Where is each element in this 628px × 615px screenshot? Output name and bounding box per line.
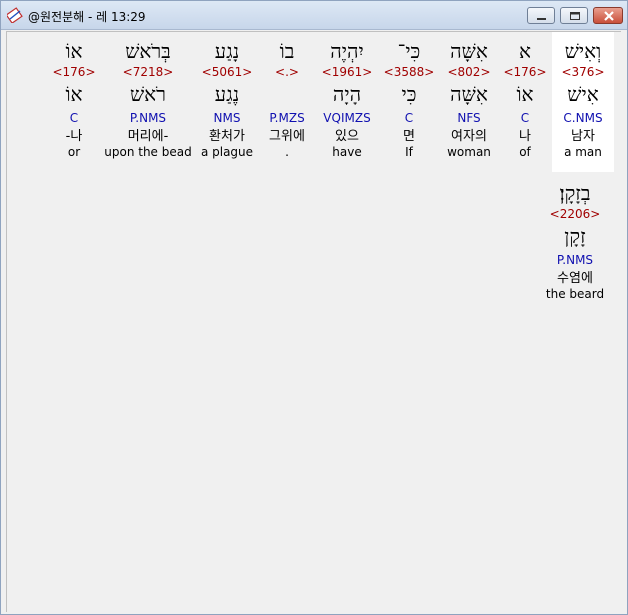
verse-analysis-panel: וְאִישׁ <376> אִישׁ C.NMS 남자 a man א <17…: [6, 31, 621, 612]
close-icon: [604, 11, 614, 21]
morph-code: P.NMS: [556, 253, 594, 267]
morph-code: P.MZS: [269, 111, 305, 125]
strong-number[interactable]: <3588>: [382, 64, 436, 80]
korean-gloss: 그위에: [269, 129, 305, 144]
word-lemma: רֹאשׁ: [130, 82, 166, 106]
word-5[interactable]: יִהְיֶה <1961> הָיָה VQIMZS 있으 have: [314, 38, 380, 160]
korean-gloss: 면: [403, 129, 415, 144]
morph-code: C: [69, 111, 79, 125]
minimize-icon: [537, 18, 546, 20]
english-gloss: .: [285, 145, 289, 159]
word-lemma: נֶגַע: [214, 82, 240, 106]
word-hebrew: וְאִישׁ: [564, 39, 602, 63]
korean-gloss: 남자: [571, 129, 595, 144]
app-icon: [5, 7, 23, 24]
strong-number[interactable]: <802>: [440, 64, 498, 80]
app-window: @원전분해 - 레 13:29 וְאִישׁ <376> אִישׁ C.NM…: [0, 0, 628, 615]
word-lemma: אִישׁ: [567, 82, 599, 106]
word-lemma: אוֹ: [65, 82, 83, 106]
word-hebrew: אוֹ: [65, 39, 83, 63]
word-hebrew: בְזָקָן׃: [559, 181, 591, 205]
morph-code: P.NMS: [129, 111, 167, 125]
strong-number[interactable]: <5061>: [196, 64, 258, 80]
strong-number[interactable]: <2206>: [544, 206, 606, 222]
strong-number[interactable]: <176>: [502, 64, 548, 80]
word-4[interactable]: כִּי־ <3588> כִּי C 면 If: [382, 38, 436, 160]
word-1[interactable]: וְאִישׁ <376> אִישׁ C.NMS 남자 a man: [554, 38, 612, 160]
strong-number[interactable]: <376>: [554, 64, 612, 80]
word-hebrew: כִּי־: [397, 39, 421, 63]
english-gloss: woman: [447, 145, 491, 159]
strong-number[interactable]: <1961>: [314, 64, 380, 80]
word-7[interactable]: נָגַע <5061> נֶגַע NMS 환처가 a plague: [196, 38, 258, 160]
morph-code: VQIMZS: [323, 111, 371, 125]
word-hebrew: יִהְיֶה: [330, 39, 364, 63]
word-lemma: [260, 82, 314, 106]
minimize-button[interactable]: [527, 7, 555, 24]
title-bar[interactable]: @원전분해 - 레 13:29: [1, 1, 627, 30]
korean-gloss: 있으: [335, 129, 359, 144]
close-button[interactable]: [593, 7, 623, 24]
english-gloss: have: [332, 145, 362, 159]
morph-code: NFS: [457, 111, 481, 125]
word-hebrew: בְּרֹאשׁ: [125, 39, 171, 63]
morph-code: C: [520, 111, 530, 125]
morph-code: C: [404, 111, 414, 125]
english-gloss: If: [405, 145, 413, 159]
morph-code: NMS: [213, 111, 241, 125]
english-gloss: upon the bead: [104, 145, 192, 159]
english-gloss: of: [519, 145, 531, 159]
word-8[interactable]: בְּרֹאשׁ <7218> רֹאשׁ P.NMS 머리에- upon th…: [102, 38, 194, 160]
word-hebrew: בוֹ: [279, 39, 295, 63]
word-hebrew: נָגַע: [214, 39, 240, 63]
word-2[interactable]: א <176> אוֹ C 나 of: [502, 38, 548, 160]
english-gloss: or: [67, 145, 81, 159]
korean-gloss: 나: [519, 129, 531, 144]
word-lemma: אוֹ: [516, 82, 534, 106]
morph-code: C.NMS: [563, 111, 603, 125]
word-hebrew: אִשָּׁה: [450, 39, 488, 63]
word-lemma: הָיָה: [332, 82, 362, 106]
word-lemma: זָקָן: [564, 224, 586, 248]
english-gloss: a man: [564, 145, 602, 159]
strong-number[interactable]: <.>: [260, 64, 314, 80]
korean-gloss: 수염에: [557, 271, 593, 286]
korean-gloss: 머리에-: [127, 129, 169, 144]
korean-gloss: -나: [65, 129, 83, 144]
strong-number[interactable]: <176>: [50, 64, 98, 80]
english-gloss: a plague: [200, 145, 254, 159]
word-3[interactable]: אִשָּׁה <802> אִשָּׁה NFS 여자의 woman: [440, 38, 498, 160]
window-title: @원전분해 - 레 13:29: [28, 10, 146, 24]
word-6[interactable]: בוֹ <.> P.MZS 그위에 .: [260, 38, 314, 160]
korean-gloss: 여자의: [451, 129, 487, 144]
maximize-button[interactable]: [560, 7, 588, 24]
word-lemma: אִשָּׁה: [450, 82, 488, 106]
word-hebrew: א: [518, 39, 531, 63]
korean-gloss: 환처가: [209, 129, 245, 144]
english-gloss: the beard: [545, 287, 605, 301]
maximize-icon: [570, 12, 580, 20]
word-9[interactable]: אוֹ <176> אוֹ C -나 or: [50, 38, 98, 160]
strong-number[interactable]: <7218>: [102, 64, 194, 80]
word-10[interactable]: בְזָקָן׃ <2206> זָקָן P.NMS 수염에 the bear…: [544, 180, 606, 302]
word-lemma: כִּי: [401, 82, 417, 106]
